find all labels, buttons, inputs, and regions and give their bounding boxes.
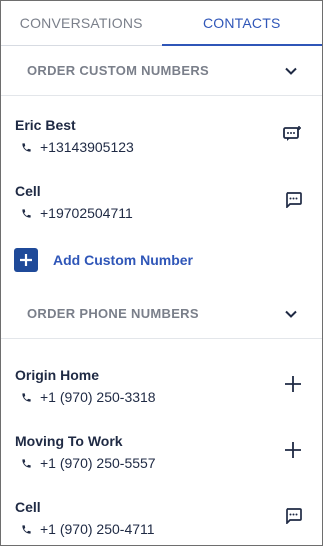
phone-number: +1 (970) 250-4711 — [40, 521, 155, 537]
chevron-down-icon[interactable] — [284, 307, 298, 321]
message-add-icon[interactable] — [282, 123, 304, 145]
contact-name: Moving To Work — [15, 433, 123, 449]
section-title: ORDER CUSTOM NUMBERS — [27, 63, 209, 78]
phone-icon — [22, 458, 31, 468]
contact-row[interactable]: Cell +19702504711 — [1, 169, 322, 235]
contact-row[interactable]: Eric Best +13143905123 — [1, 103, 322, 169]
phone-number: +1 (970) 250-3318 — [40, 389, 156, 405]
add-custom-number-button[interactable]: Add Custom Number — [1, 235, 322, 285]
contact-name: Cell — [15, 183, 41, 199]
phone-number: +13143905123 — [40, 139, 134, 155]
tab-contacts[interactable]: CONTACTS — [161, 1, 323, 46]
tab-bar: CONVERSATIONS CONTACTS — [1, 1, 322, 46]
message-icon[interactable] — [282, 505, 304, 527]
phone-number: +1 (970) 250-5557 — [40, 455, 156, 471]
tab-conversations[interactable]: CONVERSATIONS — [1, 1, 162, 45]
contact-name: Eric Best — [15, 117, 76, 133]
plus-icon[interactable] — [282, 439, 304, 461]
contact-phone: +1 (970) 250-3318 — [21, 389, 156, 405]
plus-icon[interactable] — [282, 373, 304, 395]
contact-phone: +13143905123 — [21, 139, 134, 155]
chevron-down-icon[interactable] — [284, 64, 298, 78]
contact-phone: +1 (970) 250-4711 — [21, 521, 155, 537]
contact-row[interactable]: Moving To Work +1 (970) 250-5557 — [1, 419, 322, 485]
contact-row[interactable]: Origin Home +1 (970) 250-3318 — [1, 353, 322, 419]
contact-phone: +19702504711 — [21, 205, 133, 221]
phone-numbers-section-header[interactable]: ORDER PHONE NUMBERS — [1, 289, 322, 339]
contacts-panel: CONVERSATIONS CONTACTS ORDER CUSTOM NUMB… — [0, 0, 323, 546]
contact-name: Origin Home — [15, 367, 100, 383]
phone-icon — [22, 524, 31, 534]
section-title: ORDER PHONE NUMBERS — [27, 306, 199, 321]
add-custom-number-label: Add Custom Number — [53, 252, 193, 268]
custom-numbers-section-header[interactable]: ORDER CUSTOM NUMBERS — [1, 46, 322, 96]
phone-icon — [22, 392, 31, 402]
contact-row[interactable]: Cell +1 (970) 250-4711 — [1, 485, 322, 546]
phone-icon — [22, 208, 31, 218]
phone-number: +19702504711 — [40, 205, 133, 221]
contact-phone: +1 (970) 250-5557 — [21, 455, 156, 471]
message-icon[interactable] — [282, 189, 304, 211]
phone-icon — [22, 142, 31, 152]
contact-name: Cell — [15, 499, 41, 515]
plus-icon — [14, 248, 38, 272]
